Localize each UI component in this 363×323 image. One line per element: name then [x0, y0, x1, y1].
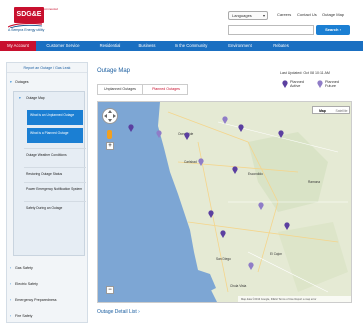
sidebar-item-label: Electric Safety: [15, 282, 38, 286]
sidebar-item-emergency-preparedness[interactable]: › Emergency Preparedness: [7, 295, 87, 305]
sidebar-item-electric-safety[interactable]: › Electric Safety: [7, 279, 87, 289]
outage-detail-title-text: Outage Detail List: [97, 309, 137, 315]
outages-submenu: ▾ Outage Map What is an Unplanned Outage…: [13, 91, 86, 256]
outage-pin-icon[interactable]: [238, 124, 244, 132]
chevron-right-icon: ›: [10, 298, 12, 302]
outage-pin-icon[interactable]: [248, 262, 254, 270]
map-terrain: [98, 102, 351, 302]
sidebar-item-label: Emergency Preparedness: [15, 298, 57, 302]
street-view-pegman-icon[interactable]: [107, 130, 112, 139]
legend-sublabel: Active: [290, 84, 301, 89]
last-updated-text: Last Updated: Oct 08 10:11 AM: [280, 71, 330, 75]
sidebar-item-outages[interactable]: ▾ Outages: [7, 77, 87, 87]
divider: [24, 201, 86, 202]
planned-active-pin-icon: [282, 80, 288, 88]
chevron-right-icon: ›: [10, 266, 12, 270]
chevron-down-icon: ▾: [19, 96, 21, 100]
nav-rebates[interactable]: Rebates: [266, 41, 296, 51]
map-type-satellite[interactable]: Satellite: [332, 107, 351, 115]
outage-pin-icon[interactable]: [128, 124, 134, 132]
sidebar-item-outage-map[interactable]: ▾ Outage Map: [14, 96, 84, 100]
outage-pin-icon[interactable]: [222, 116, 228, 124]
outage-pin-icon[interactable]: [156, 130, 162, 138]
outage-pin-icon[interactable]: [220, 230, 226, 238]
sidebar-item-label: Outages: [15, 80, 29, 84]
nav-customer-service[interactable]: Customer Service: [40, 41, 86, 51]
sidebar-item-gas-safety[interactable]: › Gas Safety: [7, 263, 87, 273]
main-nav: My Account Customer Service Residential …: [0, 41, 363, 51]
language-select-label: Languages: [232, 13, 252, 18]
place-label: Chula Vista: [230, 284, 247, 288]
zoom-in-button[interactable]: +: [106, 142, 114, 150]
logo-subtitle: A Sempra Energy utility: [8, 28, 45, 32]
sidebar-item-safety-during-outage[interactable]: Safety During an Outage: [26, 206, 86, 210]
place-label: Carlsbad: [184, 160, 197, 164]
outage-pin-icon[interactable]: [284, 222, 290, 230]
sdge-logo[interactable]: SDG&E: [14, 7, 44, 23]
divider: [24, 148, 86, 149]
chevron-right-icon: ›: [10, 314, 12, 318]
legend-planned-future: Planned Future: [325, 80, 339, 89]
search-button-label: Search: [325, 27, 339, 32]
nav-residential[interactable]: Residential: [92, 41, 128, 51]
search-button[interactable]: Search ›: [316, 25, 350, 35]
outage-detail-list-title[interactable]: Outage Detail List ›: [97, 309, 140, 315]
planned-future-pin-icon: [317, 80, 323, 88]
tab-planned-outages[interactable]: Planned Outages: [144, 85, 188, 94]
contact-us-link[interactable]: Contact Us: [297, 12, 317, 17]
sidebar-item-fire-safety[interactable]: › Fire Safety: [7, 311, 87, 321]
outage-pin-icon[interactable]: [208, 210, 214, 218]
chevron-down-icon: ▾: [262, 13, 265, 18]
map-type-map[interactable]: Map: [313, 107, 332, 115]
outage-tabs: Unplanned Outages Planned Outages: [97, 84, 188, 95]
page-title: Outage Map: [97, 68, 131, 74]
sidebar-item-weather-conditions[interactable]: Outage Weather Conditions: [26, 153, 86, 157]
sidebar: Report an Outage / Gas Leak ▾ Outages ▾ …: [6, 62, 88, 323]
careers-link[interactable]: Careers: [277, 12, 291, 17]
place-label: San Diego: [216, 257, 231, 261]
zoom-out-button[interactable]: −: [106, 286, 114, 294]
sidebar-item-label: Gas Safety: [15, 266, 33, 270]
page: SDG&E connected A Sempra Energy utility …: [0, 0, 363, 323]
chevron-right-icon: ›: [10, 282, 12, 286]
language-select[interactable]: Languages ▾: [228, 11, 268, 20]
outage-map-link[interactable]: Outage Map: [322, 12, 344, 17]
outage-pin-icon[interactable]: [258, 202, 264, 210]
site-header: SDG&E connected A Sempra Energy utility …: [0, 0, 363, 40]
search-input[interactable]: [228, 25, 314, 35]
sidebar-item-unplanned-outage[interactable]: What is an Unplanned Outage: [27, 110, 83, 125]
chevron-down-icon: ▾: [10, 80, 12, 84]
sidebar-item-planned-outage[interactable]: What is a Planned Outage: [27, 128, 83, 143]
nav-environment[interactable]: Environment: [220, 41, 260, 51]
place-label: Ramona: [308, 180, 321, 184]
place-label: El Cajon: [270, 252, 283, 256]
sidebar-item-restoring-status[interactable]: Restoring Outage Status: [26, 172, 86, 176]
sidebar-item-emergency-notification[interactable]: Power Emergency Notification System: [26, 187, 86, 191]
outage-pin-icon[interactable]: [184, 132, 190, 140]
place-label: Escondido: [248, 172, 263, 176]
sidebar-item-label: Fire Safety: [15, 314, 33, 318]
nav-in-the-community[interactable]: In the Community: [166, 41, 216, 51]
pan-arrows-icon: [104, 110, 116, 122]
report-outage-link[interactable]: Report an Outage / Gas Leak: [7, 63, 87, 73]
map-type-toggle: Map Satellite: [312, 106, 350, 114]
legend-sublabel: Future: [325, 84, 336, 89]
tab-unplanned-outages[interactable]: Unplanned Outages: [98, 85, 143, 94]
divider: [24, 167, 86, 168]
legend-planned-active: Planned Active: [290, 80, 304, 89]
chevron-right-icon: ›: [339, 27, 341, 32]
chevron-right-icon: ›: [138, 309, 140, 315]
sidebar-item-label: Outage Map: [26, 96, 45, 100]
outage-pin-icon[interactable]: [232, 166, 238, 174]
divider: [24, 182, 86, 183]
nav-my-account[interactable]: My Account: [0, 41, 36, 51]
logo-tagline: connected: [44, 7, 58, 11]
outage-map[interactable]: Oceanside Escondido San Diego Chula Vist…: [97, 101, 352, 303]
nav-business[interactable]: Business: [132, 41, 162, 51]
outage-pin-icon[interactable]: [278, 130, 284, 138]
map-pan-control[interactable]: [102, 108, 118, 124]
outage-pin-icon[interactable]: [198, 158, 204, 166]
map-attribution[interactable]: Map data ©2013 Google, INEGI Terms of Us…: [238, 296, 351, 302]
